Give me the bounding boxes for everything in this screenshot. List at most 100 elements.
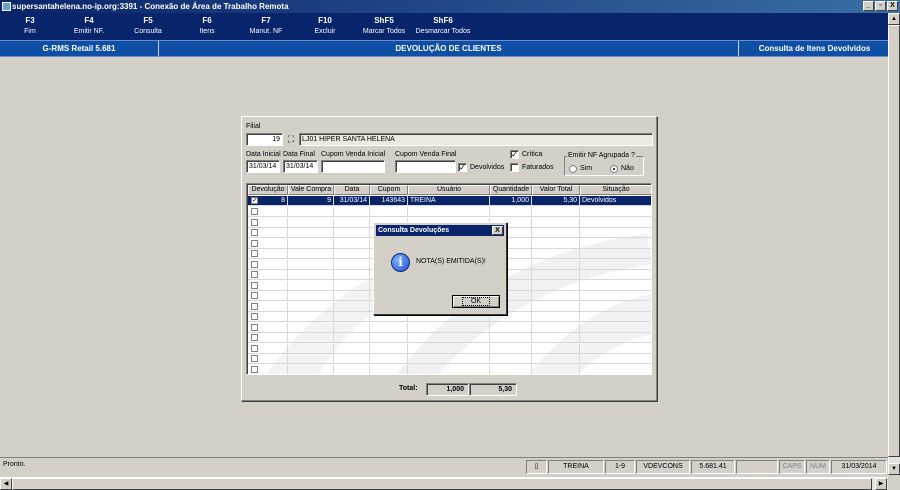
row-select-checkbox[interactable] — [251, 355, 258, 362]
grid-cell — [580, 323, 651, 333]
grid-cell — [334, 228, 370, 238]
cupom-final-label: Cupom Venda Final — [395, 151, 457, 158]
row-select-checkbox[interactable] — [251, 260, 258, 268]
row-select-checkbox[interactable] — [251, 302, 258, 310]
grid-cell — [370, 322, 408, 333]
grid-cell — [248, 238, 288, 249]
grid-cell — [334, 207, 370, 217]
cupom-inicial-label: Cupom Venda Inicial — [321, 151, 386, 158]
grid-cell — [580, 333, 651, 343]
devolvidos-checkbox[interactable]: ✓ — [458, 163, 467, 172]
row-select-checkbox[interactable] — [251, 239, 258, 247]
data-inicial-label: Data Inicial — [246, 151, 281, 158]
status-blank — [736, 460, 778, 474]
close-button[interactable]: X — [887, 1, 898, 11]
faturados-checkbox[interactable] — [510, 163, 519, 172]
scroll-left-button[interactable]: ◀ — [0, 478, 12, 490]
table-row[interactable]: ✓ 8 9 31/03/14 143643 TREINA 1,000 5,30 D… — [248, 196, 651, 206]
table-row[interactable] — [248, 343, 651, 354]
filial-name-field: LJ01 HIPER SANTA HELENA — [299, 133, 653, 146]
grid-cell — [288, 333, 334, 343]
col-cupom[interactable]: Cupom — [370, 185, 408, 195]
grid-cell — [580, 249, 651, 259]
data-inicial-input[interactable]: 31/03/14 — [246, 160, 280, 173]
window-title-bar[interactable]: supersantahelena.no-ip.org:3391 - Conexã… — [0, 0, 900, 13]
dialog-title-bar[interactable]: Consulta Devoluções X — [376, 225, 504, 236]
table-row[interactable] — [248, 354, 651, 364]
grid-cell — [248, 259, 288, 270]
table-row[interactable] — [248, 322, 651, 333]
grid-cell — [580, 365, 651, 375]
cupom-inicial-input[interactable] — [321, 160, 385, 173]
grid-cell — [288, 354, 334, 364]
status-num: NUM — [806, 460, 830, 474]
horizontal-scrollbar[interactable]: ◀ ▶ — [0, 477, 888, 490]
grid-cell — [334, 322, 370, 333]
vertical-scroll-thumb[interactable] — [888, 25, 900, 457]
grid-cell — [532, 238, 580, 249]
binoculars-icon[interactable]: ⛶ — [285, 133, 297, 146]
row-select-checkbox[interactable] — [251, 218, 258, 226]
table-row[interactable] — [248, 333, 651, 343]
row-select-checkbox[interactable] — [251, 334, 258, 341]
col-situacao[interactable]: Situação — [580, 185, 651, 195]
row-select-checkbox[interactable] — [251, 323, 258, 331]
grid-cell — [288, 312, 334, 322]
row-select-checkbox[interactable] — [251, 292, 258, 299]
grid-cell — [532, 301, 580, 312]
grid-cell — [248, 207, 288, 217]
grid-cell — [248, 291, 288, 301]
dialog-title: Consulta Devoluções — [378, 227, 450, 234]
row-select-checkbox[interactable] — [251, 250, 258, 257]
row-select-checkbox[interactable] — [251, 271, 258, 278]
function-key-toolbar: F3 Fim F4 Emitir NF. F5 Consulta F6 Itens F7… — [0, 13, 900, 40]
grid-cell — [288, 291, 334, 301]
grid-cell — [580, 218, 651, 228]
cell-vale-compra: 9 — [288, 196, 334, 206]
row-select-checkbox[interactable] — [251, 281, 258, 289]
col-data[interactable]: Data — [334, 185, 370, 195]
restore-button[interactable]: ▫ — [875, 1, 886, 11]
ok-button[interactable]: OK — [452, 295, 500, 308]
dialog-close-button[interactable]: X — [492, 226, 503, 235]
grid-cell — [490, 322, 532, 333]
grid-cell — [334, 291, 370, 301]
row-select-checkbox[interactable] — [251, 344, 258, 352]
col-devolucao[interactable]: Devolução — [248, 185, 288, 195]
col-vale-compra[interactable]: Vale Compra — [288, 185, 334, 195]
grid-cell — [532, 333, 580, 343]
sim-radio[interactable] — [569, 165, 577, 173]
vertical-scrollbar[interactable]: ▲ ▼ — [888, 13, 900, 475]
scroll-right-button[interactable]: ▶ — [875, 478, 887, 490]
grid-cell — [334, 312, 370, 322]
row-select-checkbox[interactable] — [251, 313, 258, 320]
table-row[interactable] — [248, 364, 651, 375]
grid-cell — [532, 207, 580, 217]
grid-cell — [370, 333, 408, 343]
col-usuario[interactable]: Usuário — [408, 185, 490, 195]
row-select-checkbox[interactable] — [251, 229, 258, 236]
horizontal-scroll-thumb[interactable] — [12, 478, 872, 490]
grid-cell — [532, 228, 580, 238]
grid-cell — [532, 280, 580, 291]
row-select-checkbox[interactable]: ✓ — [251, 197, 258, 204]
row-select-checkbox[interactable] — [251, 208, 258, 215]
filial-code-input[interactable]: 19 — [246, 133, 283, 146]
grid-cell — [248, 217, 288, 228]
col-quantidade[interactable]: Quantidade — [490, 185, 532, 195]
nao-radio[interactable] — [610, 165, 618, 173]
fkey-shf6[interactable]: ShF6 Desmarcar Todos — [403, 15, 483, 37]
data-final-input[interactable]: 31/03/14 — [283, 160, 318, 173]
scroll-down-button[interactable]: ▼ — [888, 463, 900, 475]
col-valor-total[interactable]: Valor Total — [532, 185, 580, 195]
table-row[interactable] — [248, 207, 651, 217]
screen-title: DEVOLUÇÃO DE CLIENTES — [159, 41, 739, 56]
grid-cell — [248, 280, 288, 291]
grid-cell — [334, 249, 370, 259]
cupom-final-input[interactable] — [395, 160, 456, 173]
minimize-button[interactable]: _ — [863, 1, 874, 11]
scroll-up-button[interactable]: ▲ — [888, 13, 900, 25]
critica-checkbox[interactable]: ✓ — [510, 150, 519, 159]
filial-label: Filial — [246, 123, 261, 130]
row-select-checkbox[interactable] — [251, 365, 258, 373]
